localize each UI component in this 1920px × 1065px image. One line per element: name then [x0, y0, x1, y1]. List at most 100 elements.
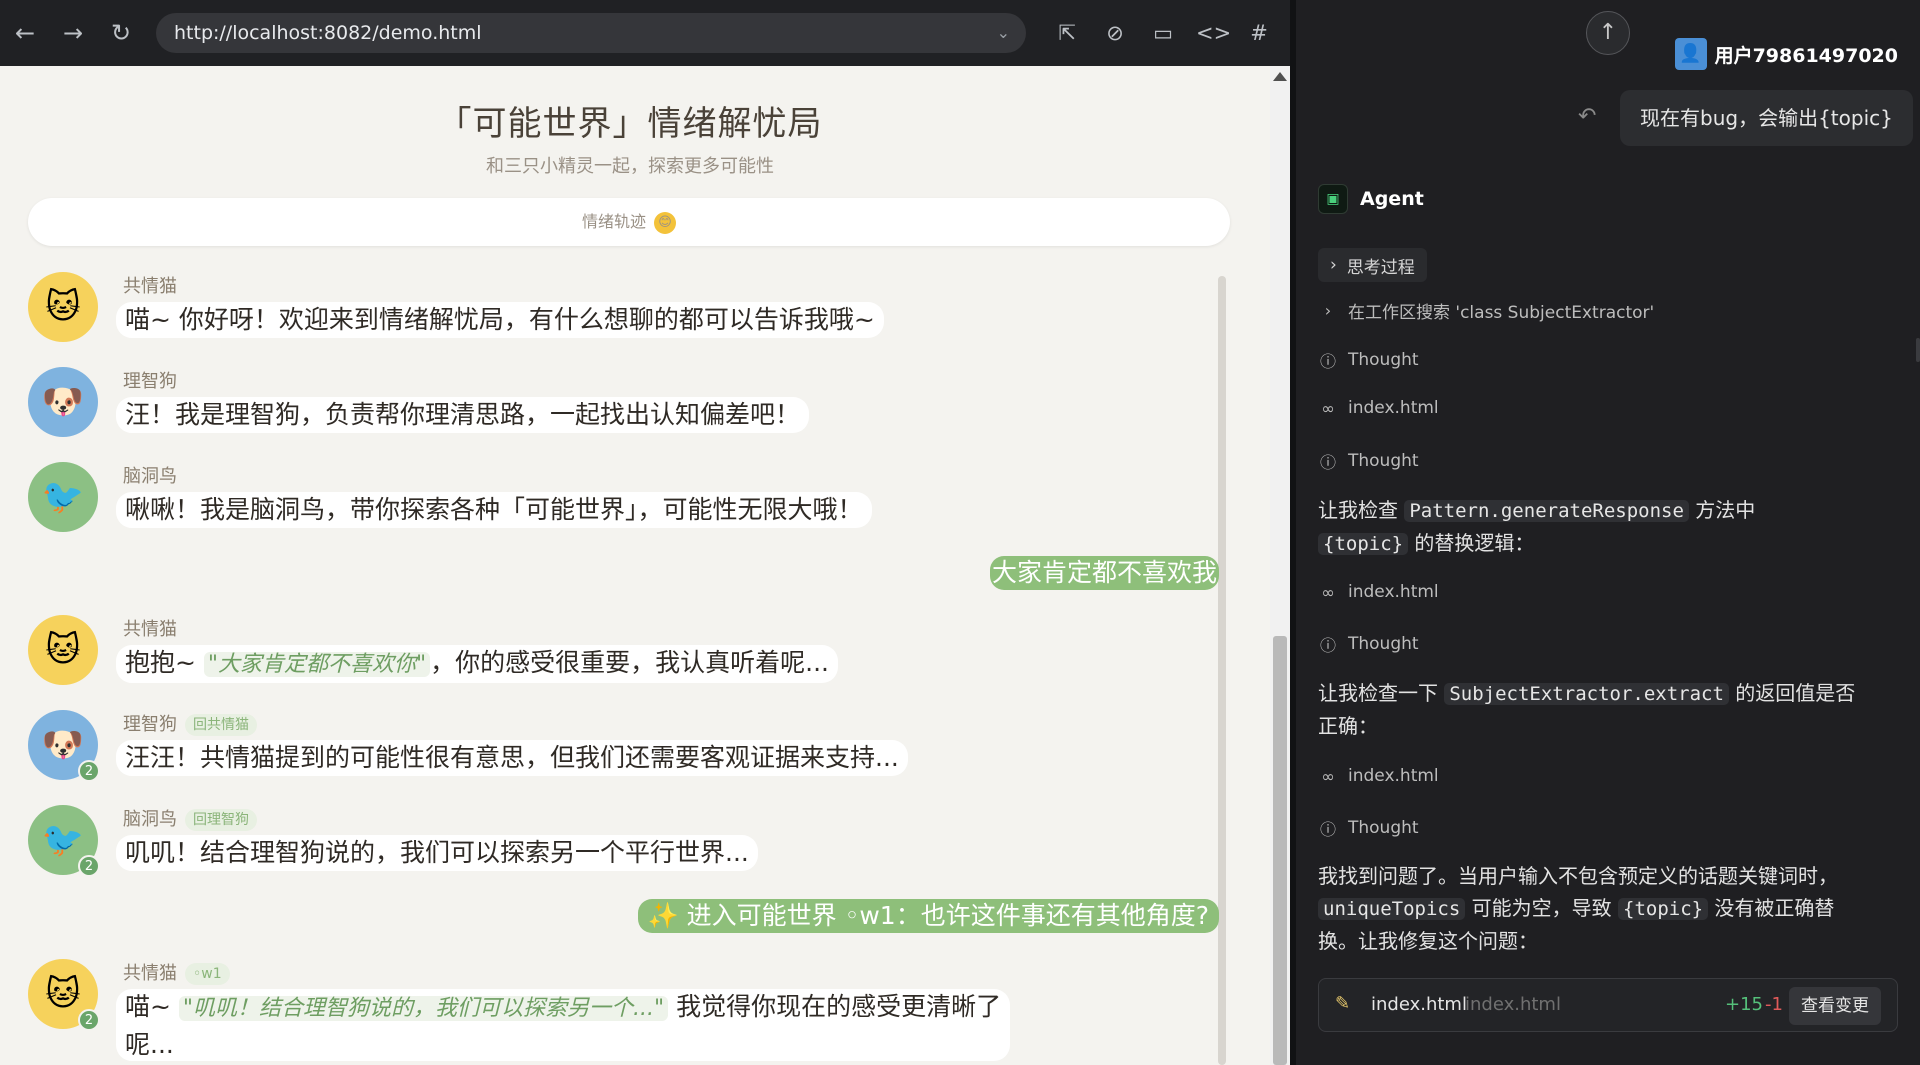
element-picker-icon[interactable]: ⇱ [1052, 18, 1082, 48]
file-label: index.html [1348, 582, 1439, 602]
user-message-bubble: 大家肯定都不喜欢我 [989, 556, 1219, 590]
agent-paragraph: 我找到问题了。当用户输入不包含预定义的话题关键词时， uniqueTopics 可… [1318, 860, 1898, 957]
page-scroll-thumb[interactable] [1273, 636, 1287, 1065]
speaker-name: 共情猫 ◦w1 [123, 959, 230, 985]
agent-panel: ↑ 👤 用户79861497020 ↶ 现在有bug，会输出{topic} ▣ … [1290, 0, 1920, 1065]
panel-divider[interactable] [1290, 0, 1296, 1065]
message-bubble: 汪汪！共情猫提到的可能性很有意思，但我们还需要客观证据来支持... [116, 740, 908, 776]
chevron-right-icon: › [1324, 301, 1332, 320]
thought-label: Thought [1348, 451, 1419, 471]
message-bubble: 汪！我是理智狗，负责帮你理清思路，一起找出认知偏差吧！ [116, 397, 810, 433]
glasses-icon: ∞ [1321, 398, 1335, 418]
speaker-label: 理智狗 [123, 714, 177, 735]
search-step[interactable]: › 在工作区搜索 'class SubjectExtractor' [1318, 298, 1654, 323]
device-icon[interactable]: ▭ [1148, 18, 1178, 48]
speaker-label: 脑洞鸟 [123, 809, 177, 830]
edit-file-path: index.html [1465, 994, 1561, 1015]
reply-tag[interactable]: 回理智狗 [185, 809, 257, 831]
view-changes-button[interactable]: 查看变更 [1789, 987, 1881, 1025]
inline-code: Pattern.generateResponse [1404, 500, 1689, 522]
page-subtitle: 和三只小精灵一起，探索更多可能性 [486, 156, 774, 177]
scroll-up-arrow-icon[interactable] [1273, 72, 1287, 81]
paragraph-text: 没有被正确替 [1708, 896, 1835, 920]
paragraph-text: 可能为空，导致 [1465, 896, 1618, 920]
user-avatar-icon: 👤 [1674, 38, 1707, 70]
url-text[interactable]: http://localhost:8082/demo.html [174, 22, 482, 44]
compass-icon[interactable]: ⊘ [1100, 18, 1130, 48]
browser-toolbar: ← → ↻ http://localhost:8082/demo.html ⌄ … [0, 0, 1290, 66]
file-read-step[interactable]: ∞ index.html [1318, 582, 1439, 602]
inline-code: {topic} [1618, 898, 1709, 920]
arrow-up-icon[interactable]: ↑ [1586, 11, 1630, 55]
paragraph-text: 让我检查一下 [1318, 681, 1445, 705]
page-content: 「可能世界」情绪解忧局 和三只小精灵一起，探索更多可能性 情绪轨迹 😊 🐱 共情猫… [0, 66, 1270, 1065]
bird-avatar: 🐦 [28, 462, 98, 532]
mood-track-bar[interactable]: 情绪轨迹 😊 [28, 198, 1230, 246]
speaker-name: 共情猫 [123, 619, 177, 640]
message-bubble: 叽叽！结合理智狗说的，我们可以探索另一个平行世界... [116, 835, 758, 871]
world-tag[interactable]: ◦w1 [185, 963, 230, 985]
reply-count-badge: 2 [78, 1009, 100, 1031]
paragraph-text: 方法中 [1688, 498, 1756, 522]
edit-file-name[interactable]: index.html [1371, 994, 1467, 1015]
paragraph-text: 我找到问题了。当用户输入不包含预定义的话题关键词时， [1318, 864, 1838, 888]
reply-tag[interactable]: 回共情猫 [185, 714, 257, 736]
reply-count-badge: 2 [78, 760, 100, 782]
glasses-icon: ∞ [1321, 766, 1335, 786]
thought-step[interactable]: ⓘ Thought [1318, 449, 1419, 473]
thought-label: Thought [1348, 634, 1419, 654]
agent-paragraph: 让我检查一下 SubjectExtractor.extract 的返回值是否正确… [1318, 677, 1898, 742]
message-text: 喵~ [125, 992, 179, 1021]
smiley-icon: 😊 [654, 211, 676, 234]
hash-icon[interactable]: # [1244, 18, 1274, 48]
forward-icon[interactable]: → [58, 18, 88, 48]
back-icon[interactable]: ← [10, 18, 40, 48]
url-dropdown-icon[interactable]: ⌄ [997, 13, 1010, 53]
user-name: 用户79861497020 [1714, 44, 1898, 67]
lines-removed: -1 [1765, 994, 1783, 1015]
paragraph-text: 让我检查 [1318, 498, 1405, 522]
undo-icon[interactable]: ↶ [1578, 104, 1596, 129]
panel-scroll-indicator[interactable] [1916, 338, 1920, 362]
reload-icon[interactable]: ↻ [106, 18, 136, 48]
search-step-label: 在工作区搜索 'class SubjectExtractor' [1348, 303, 1655, 323]
paragraph-text: 正确： [1318, 714, 1378, 738]
file-read-step[interactable]: ∞ index.html [1318, 766, 1438, 786]
agent-icon: ▣ [1318, 184, 1348, 214]
user-query-bubble[interactable]: 现在有bug，会输出{topic} [1620, 90, 1913, 146]
code-icon[interactable]: <> [1196, 18, 1231, 48]
message-bubble: 喵~ "叽叽！结合理智狗说的，我们可以探索另一个..." 我觉得你现在的感受更清… [116, 989, 1011, 1061]
thought-step[interactable]: ⓘ Thought [1318, 632, 1419, 656]
glasses-icon: ∞ [1321, 582, 1335, 602]
dog-avatar: 🐶 [28, 367, 98, 437]
edit-pencil-icon: ✎ [1335, 993, 1351, 1014]
cat-avatar: 🐱 [28, 272, 98, 342]
paragraph-text: 的返回值是否 [1728, 681, 1856, 705]
user-header: 👤 用户79861497020 [1674, 38, 1898, 70]
speaker-name: 理智狗 [123, 371, 177, 392]
page-scrollbar[interactable] [1270, 66, 1290, 1065]
inline-code: uniqueTopics [1318, 898, 1466, 920]
thinking-process-toggle[interactable]: › 思考过程 [1318, 248, 1427, 282]
url-bar[interactable]: http://localhost:8082/demo.html ⌄ [156, 13, 1026, 53]
cat-avatar: 🐱 [28, 615, 98, 685]
chat-scrollbar[interactable] [1218, 276, 1226, 1065]
mood-track-label: 情绪轨迹 [581, 212, 646, 231]
thought-step[interactable]: ⓘ Thought [1318, 348, 1419, 372]
browser-window: ← → ↻ http://localhost:8082/demo.html ⌄ … [0, 0, 1290, 1065]
thought-icon: ⓘ [1319, 352, 1336, 371]
agent-paragraph: 让我检查 Pattern.generateResponse 方法中 {topic}… [1318, 494, 1898, 560]
inline-code: SubjectExtractor.extract [1444, 683, 1729, 705]
inline-code: {topic} [1318, 533, 1409, 555]
speaker-label: 共情猫 [123, 963, 177, 984]
speaker-name: 脑洞鸟 回理智狗 [123, 805, 257, 831]
speaker-name: 共情猫 [123, 276, 177, 297]
file-edit-card[interactable]: ✎ index.html index.html +15 -1 查看变更 [1318, 978, 1898, 1032]
file-read-step[interactable]: ∞ index.html [1318, 398, 1439, 418]
speaker-name: 理智狗 回共情猫 [123, 710, 257, 736]
file-label: index.html [1348, 398, 1439, 418]
thought-step[interactable]: ⓘ Thought [1318, 816, 1419, 840]
message-text: 我觉得你现在的感受更清晰了 [668, 992, 1002, 1021]
message-text: 呢... [125, 1030, 174, 1059]
possible-world-bubble[interactable]: ✨ 进入可能世界 ◦w1：也许这件事还有其他角度? [637, 899, 1219, 933]
